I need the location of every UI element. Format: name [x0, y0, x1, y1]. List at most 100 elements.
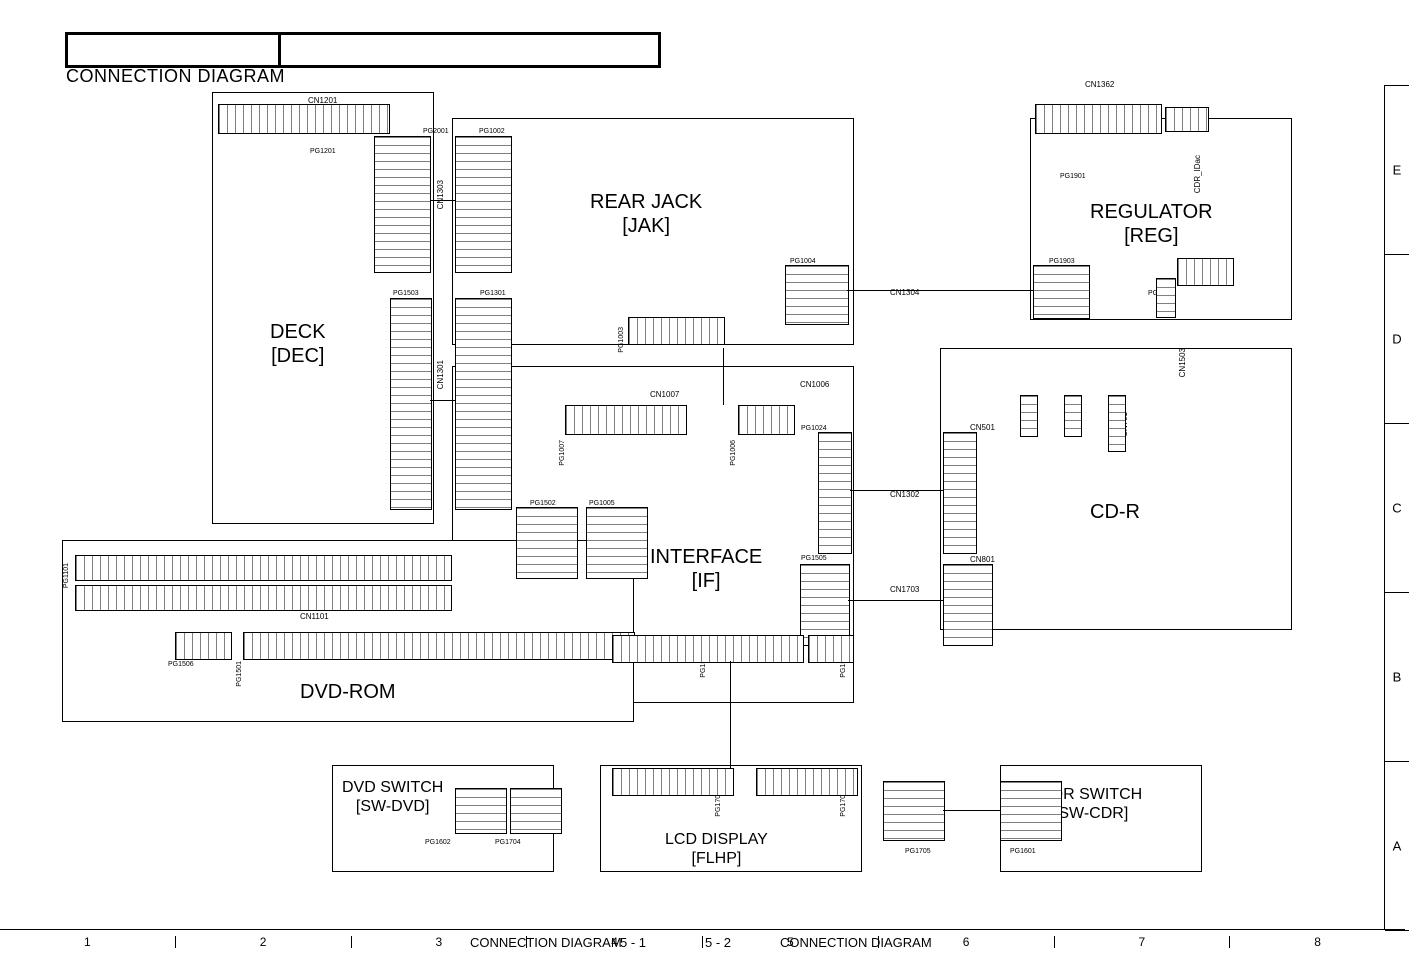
pins-pg1904b	[1177, 258, 1234, 286]
grid-1: 1	[0, 936, 175, 948]
axis-e: E	[1385, 162, 1409, 177]
pins-pg1501b	[808, 635, 854, 663]
pg1007: PG1007	[559, 440, 566, 466]
conn-cdr-idac: CDR_IDac	[1193, 155, 1202, 193]
pins-pg1705	[883, 781, 945, 841]
pins-pg1704	[510, 788, 562, 834]
pins-pg1702	[612, 768, 734, 796]
conn-cn1006: CN1006	[800, 380, 829, 389]
pins-pg1505	[800, 564, 850, 646]
pins-pg1701	[756, 768, 858, 796]
pins-cn601	[1064, 395, 1082, 437]
pg1705: PG1705	[905, 848, 931, 855]
label-deck: DECK [DEC]	[270, 320, 326, 368]
title-box-divider	[278, 35, 281, 65]
conn-cn1007: CN1007	[650, 390, 679, 399]
wire-pg1003-down	[723, 348, 724, 405]
pg1002: PG1002	[479, 128, 505, 135]
pins-pg1006	[738, 405, 795, 435]
label-dvd-switch: DVD SWITCH [SW-DVD]	[342, 778, 443, 816]
conn-cn501: CN501	[970, 423, 995, 432]
axis-b: B	[1385, 669, 1409, 684]
conn-cn1703: CN1703	[890, 585, 919, 594]
pg1903: PG1903	[1049, 258, 1075, 265]
pins-pg2001	[374, 136, 431, 273]
pg1004: PG1004	[790, 258, 816, 265]
pins-pg1007	[565, 405, 687, 435]
pins-cn1101	[75, 585, 452, 611]
pins-pg1903	[1033, 265, 1090, 319]
footer-center-left: 5 - 1	[620, 935, 646, 950]
grid-7: 7	[1054, 936, 1230, 948]
axis-d: D	[1385, 331, 1409, 346]
label-cdr: CD-R	[1090, 500, 1140, 524]
conn-cn1303: CN1303	[436, 180, 445, 209]
pg1003: PG1003	[618, 327, 625, 353]
wire-cn1302	[850, 490, 943, 491]
pg1503: PG1503	[393, 290, 419, 297]
wire-cn1303a	[430, 200, 455, 201]
pg1506: PG1506	[168, 661, 194, 668]
pg1201: PG1201	[310, 148, 336, 155]
conn-cn1503: CN1503	[1178, 348, 1187, 377]
pins-pg1024	[818, 432, 852, 554]
pins-cn502	[1020, 395, 1038, 437]
pg1101: PG1101	[63, 563, 70, 588]
pins-cn1201	[218, 104, 390, 134]
conn-cn1302: CN1302	[890, 490, 919, 499]
label-interface: INTERFACE [IF]	[650, 545, 762, 593]
pg1704: PG1704	[495, 839, 521, 846]
pins-cdridac	[1165, 107, 1209, 132]
conn-cn1301: CN1301	[436, 360, 445, 389]
pins-pg1005	[586, 507, 648, 579]
footer-grid: 1 2 3 4 5 6 7 8	[0, 929, 1405, 954]
wire-lcd-top	[730, 661, 731, 768]
wire-cn1301a	[430, 400, 455, 401]
grid-8: 8	[1229, 936, 1405, 948]
pins-cn801	[943, 564, 993, 646]
footer-left-label: CONNECTION DIAGRAM	[470, 935, 622, 950]
pins-cn701	[1108, 395, 1126, 452]
pg1901: PG1901	[1060, 173, 1086, 180]
label-regulator: REGULATOR [REG]	[1090, 200, 1213, 248]
footer-right-label: CONNECTION DIAGRAM	[780, 935, 932, 950]
conn-cn801: CN801	[970, 555, 995, 564]
right-axis: E D C B A	[1384, 85, 1409, 930]
axis-c: C	[1385, 500, 1409, 515]
pins-pg1004	[785, 265, 849, 325]
conn-cn1101: CN1101	[300, 612, 329, 621]
pins-pg1602	[455, 788, 507, 834]
pins-pg1002	[455, 136, 512, 273]
conn-cn1362: CN1362	[1085, 80, 1114, 89]
wire-cdrsw	[943, 810, 1000, 811]
pg1601: PG1601	[1010, 848, 1036, 855]
axis-a: A	[1385, 838, 1409, 853]
pins-pg1506	[175, 632, 232, 660]
pins-pg1601	[1000, 781, 1062, 841]
title-box	[65, 32, 661, 68]
label-rear-jack: REAR JACK [JAK]	[590, 190, 702, 238]
pins-cn501	[943, 432, 977, 554]
pins-pg1301	[455, 298, 512, 510]
wire-cn1703	[848, 600, 943, 601]
grid-2: 2	[175, 936, 351, 948]
page-title: CONNECTION DIAGRAM	[66, 66, 285, 87]
pg1502a: PG1502	[530, 500, 556, 507]
label-dvdrom: DVD-ROM	[300, 680, 396, 704]
pg2001: PG2001	[423, 128, 449, 135]
pg1602: PG1602	[425, 839, 451, 846]
footer-center-right: 5 - 2	[705, 935, 731, 950]
pg1501: PG1501	[236, 661, 243, 687]
pins-pg1101	[75, 555, 452, 581]
pins-cn1362	[1035, 104, 1162, 134]
label-lcd-display: LCD DISPLAY [FLHP]	[665, 830, 768, 868]
pg1505: PG1505	[801, 555, 827, 562]
pins-pg1503	[390, 298, 432, 510]
pins-pg1502b	[612, 635, 804, 663]
pins-pg1502	[516, 507, 578, 579]
pins-pg1904a	[1156, 278, 1176, 318]
pg1005: PG1005	[589, 500, 615, 507]
wire-cn1304	[847, 290, 1033, 291]
pins-pg1003	[628, 317, 725, 345]
pg1006: PG1006	[730, 440, 737, 466]
